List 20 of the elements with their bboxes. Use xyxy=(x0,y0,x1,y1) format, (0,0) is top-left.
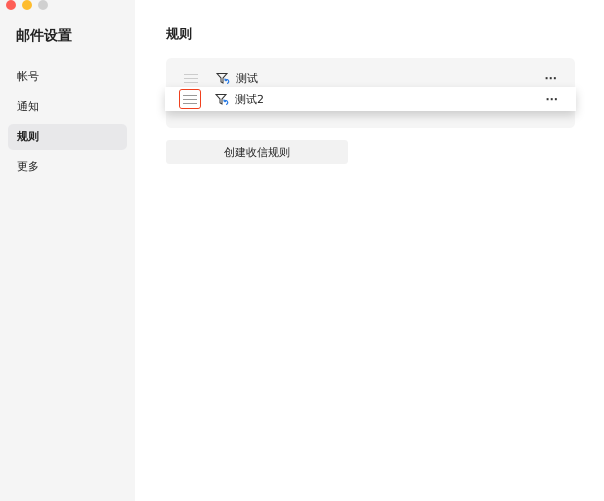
sidebar-item[interactable]: 规则 xyxy=(8,124,127,150)
rule-name: 测试2 xyxy=(235,92,265,106)
create-rule-button[interactable]: 创建收信规则 xyxy=(166,140,348,164)
drag-handle-icon xyxy=(183,94,197,104)
filter-icon xyxy=(216,72,230,84)
drag-handle-icon xyxy=(184,74,198,82)
sidebar-title: 邮件设置 xyxy=(16,27,73,46)
dragged-rule-row[interactable]: 测试2 ··· xyxy=(165,87,576,111)
rule-name: 测试 xyxy=(236,70,259,86)
window-control[interactable] xyxy=(22,0,32,10)
sidebar-item[interactable]: 更多 xyxy=(8,154,127,180)
page-title: 规则 xyxy=(166,26,193,43)
sidebar-item[interactable]: 通知 xyxy=(8,94,127,120)
sidebar-item[interactable]: 帐号 xyxy=(8,64,127,90)
filter-icon xyxy=(215,92,229,106)
window-control[interactable] xyxy=(6,0,16,10)
more-button[interactable]: ··· xyxy=(545,92,558,106)
rule-row[interactable]: 测试 ··· xyxy=(166,66,575,90)
more-button[interactable]: ··· xyxy=(544,72,557,84)
window-control[interactable] xyxy=(38,0,48,10)
